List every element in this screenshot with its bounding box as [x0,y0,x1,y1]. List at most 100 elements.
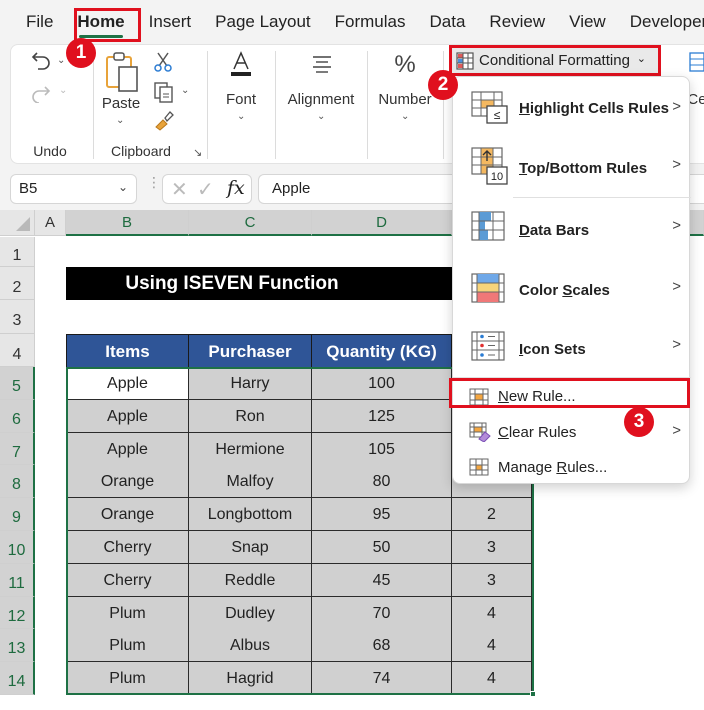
menu-item-highlight-cells-rules[interactable]: ≤ Highlight Cells Rules > [453,77,691,137]
chevron-down-icon: ⌄ [636,53,646,65]
cell-purchaser[interactable]: Dudley [189,596,312,630]
font-button[interactable]: Font [209,91,273,108]
cell-quantity[interactable]: 74 [312,662,452,696]
cell-quantity[interactable]: 70 [312,596,452,630]
cell-item[interactable]: Cherry [66,563,189,597]
tab-data[interactable]: Data [418,0,478,44]
paste-icon[interactable] [103,51,143,93]
tab-home[interactable]: Home [65,0,136,44]
tab-review[interactable]: Review [477,0,557,44]
row-header[interactable]: 6 [0,399,35,433]
number-group: % Number ⌄ [369,45,441,163]
cell-purchaser[interactable]: Hermione [189,432,312,466]
cell-quantity[interactable]: 45 [312,563,452,597]
menu-item-color-scales[interactable]: Color Scales > [453,259,691,317]
cell-item[interactable]: Orange [66,498,189,532]
cell-quantity[interactable]: 125 [312,399,452,433]
row-header[interactable]: 13 [0,629,35,663]
tab-file[interactable]: File [0,0,65,44]
row-header[interactable]: 3 [0,300,35,334]
menu-item-manage-rules[interactable]: Manage Rules... [453,451,691,485]
cell-item[interactable]: Plum [66,596,189,630]
number-dropdown-icon[interactable]: ⌄ [401,111,409,122]
cell-item[interactable]: Apple [66,432,189,466]
drag-handle-icon[interactable]: ⋮ [147,175,161,189]
cell-purchaser[interactable]: Ron [189,399,312,433]
menu-item-data-bars[interactable]: Data Bars > [453,199,691,259]
step-badge-1: 1 [66,38,96,68]
insert-function-button[interactable]: fx [227,177,245,199]
row-header[interactable]: 4 [0,334,35,367]
cancel-icon[interactable]: ✕ [171,177,188,202]
row-header[interactable]: 8 [0,465,35,499]
tab-page-layout[interactable]: Page Layout [203,0,322,44]
copy-dropdown-icon[interactable]: ⌄ [181,85,189,96]
cell-extra[interactable]: 4 [452,662,532,696]
cell-purchaser[interactable]: Malfoy [189,465,312,499]
row-header[interactable]: 9 [0,498,35,531]
paste-dropdown-icon[interactable]: ⌄ [116,115,124,126]
cut-icon[interactable] [153,51,173,73]
row-header[interactable]: 2 [0,267,35,300]
format-painter-icon[interactable] [153,109,175,131]
cell-quantity[interactable]: 50 [312,531,452,564]
cell-quantity[interactable]: 80 [312,465,452,499]
cell-item[interactable]: Plum [66,662,189,696]
cell-extra[interactable]: 3 [452,531,532,564]
menu-item-new-rule[interactable]: New Rule... [453,380,691,414]
alignment-dropdown-icon[interactable]: ⌄ [317,111,325,122]
cell-item[interactable]: Apple [66,399,189,433]
column-header-d[interactable]: D [312,210,452,236]
undo-dropdown-icon[interactable]: ⌄ [57,55,65,66]
cell-purchaser[interactable]: Hagrid [189,662,312,696]
conditional-formatting-menu: ≤ Highlight Cells Rules > 10 Top/Bottom … [452,76,691,485]
row-header[interactable]: 11 [0,563,35,597]
select-all-button[interactable] [0,210,35,236]
cell-purchaser[interactable]: Reddle [189,563,312,597]
name-box[interactable]: B5 ⌄ [10,174,137,204]
undo-icon[interactable] [29,49,53,73]
cell-item[interactable]: Apple [66,367,189,400]
cell-extra[interactable]: 4 [452,629,532,663]
column-header-a[interactable]: A [35,210,66,236]
paste-button[interactable]: Paste [101,95,141,112]
cell-purchaser[interactable]: Harry [189,367,312,400]
cell-extra[interactable]: 4 [452,596,532,630]
chevron-right-icon: > [672,156,681,173]
tab-formulas[interactable]: Formulas [323,0,418,44]
row-header[interactable]: 12 [0,596,35,630]
column-header-c[interactable]: C [189,210,312,236]
row-header[interactable]: 14 [0,662,35,695]
row-header[interactable]: 10 [0,531,35,564]
clipboard-dialog-launcher-icon[interactable]: ↘ [193,146,202,159]
font-dropdown-icon[interactable]: ⌄ [237,111,245,122]
conditional-formatting-button[interactable]: Conditional Formatting ⌄ [451,48,658,74]
chevron-down-icon[interactable]: ⌄ [118,180,128,194]
cell-extra[interactable]: 3 [452,563,532,597]
enter-icon[interactable]: ✓ [197,177,214,202]
copy-icon[interactable] [153,81,175,103]
tab-developer[interactable]: Developer [618,0,704,44]
cell-quantity[interactable]: 100 [312,367,452,400]
cell-quantity[interactable]: 68 [312,629,452,663]
row-header[interactable]: 1 [0,237,35,267]
cell-purchaser[interactable]: Longbottom [189,498,312,532]
cell-purchaser[interactable]: Albus [189,629,312,663]
cell-item[interactable]: Plum [66,629,189,663]
menu-item-top-bottom-rules[interactable]: 10 Top/Bottom Rules > [453,137,691,197]
menu-item-clear-rules[interactable]: Clear Rules > [453,415,691,451]
tab-view[interactable]: View [557,0,618,44]
menu-item-icon-sets[interactable]: Icon Sets > [453,317,691,377]
cell-quantity[interactable]: 105 [312,432,452,466]
cell-quantity[interactable]: 95 [312,498,452,532]
cell-purchaser[interactable]: Snap [189,531,312,564]
column-header-b[interactable]: B [66,210,189,236]
fill-handle[interactable] [530,691,536,697]
cell-item[interactable]: Orange [66,465,189,499]
row-header[interactable]: 7 [0,432,35,466]
row-header[interactable]: 5 [0,367,35,400]
tab-insert[interactable]: Insert [137,0,204,44]
alignment-button[interactable]: Alignment [277,91,365,108]
cell-extra[interactable]: 2 [452,498,532,532]
cell-item[interactable]: Cherry [66,531,189,564]
